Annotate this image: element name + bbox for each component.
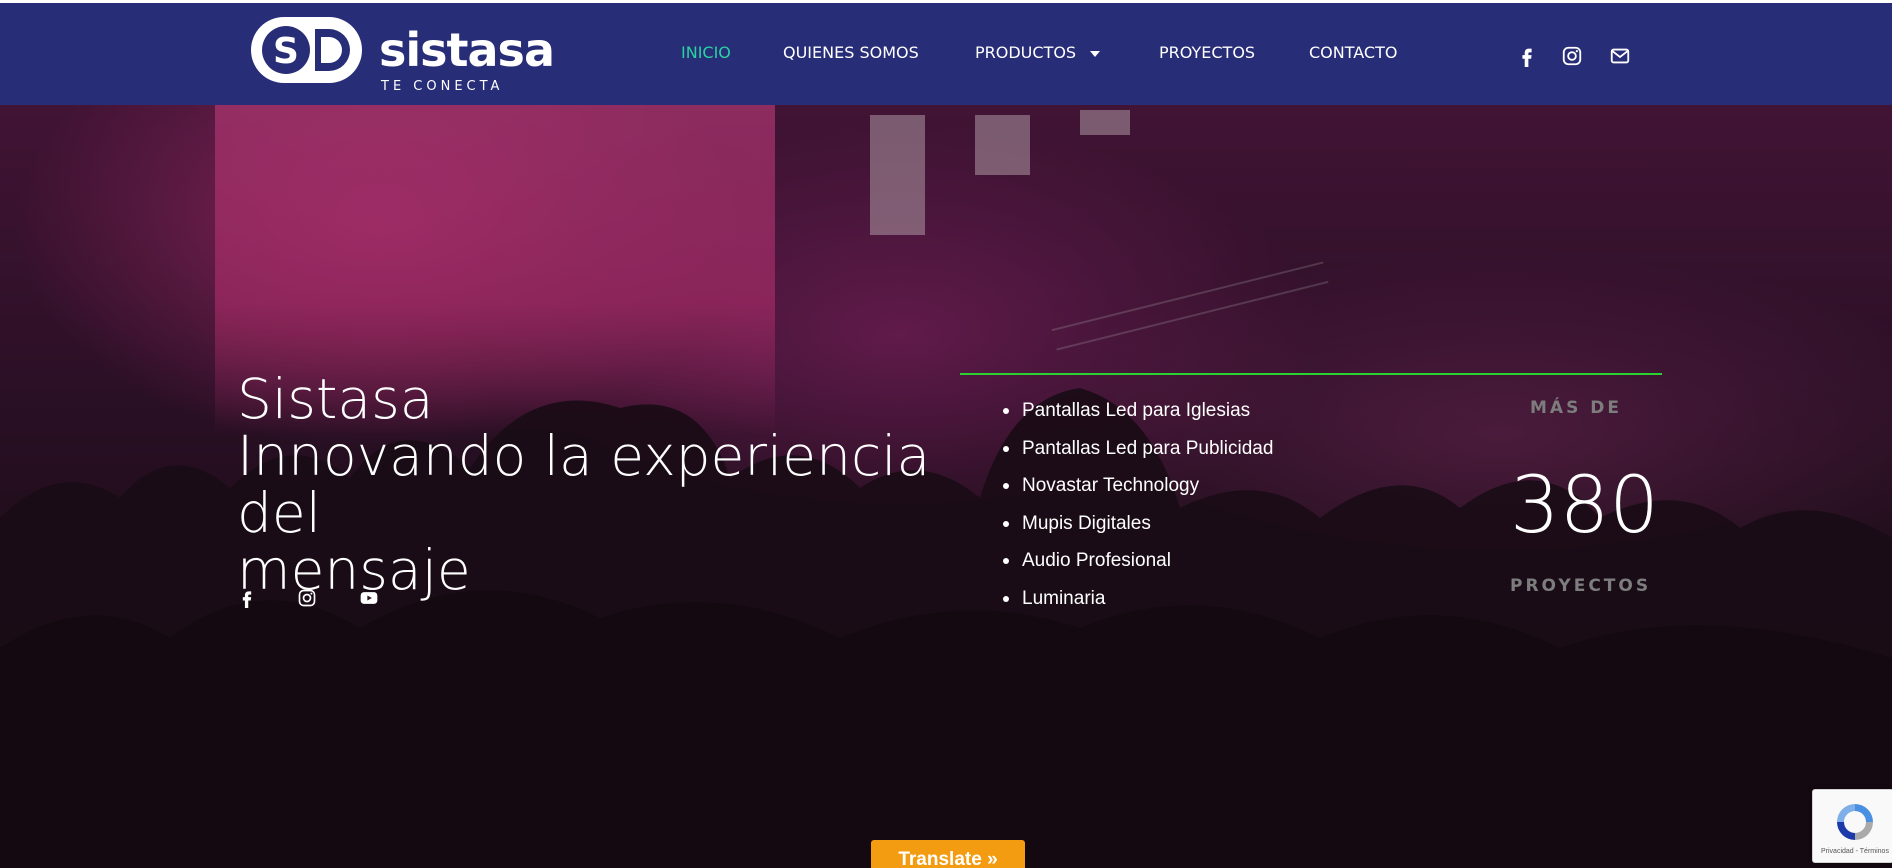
counter-prefix: MÁS DE [1530, 398, 1622, 418]
hero-title: Sistasa Innovando la experiencia del men… [237, 371, 937, 599]
services-list: Pantallas Led para Iglesias Pantallas Le… [1000, 400, 1273, 626]
recaptcha-icon [1837, 804, 1873, 840]
hero-title-line: Innovando la experiencia del [237, 424, 931, 545]
list-item: Luminaria [1000, 588, 1273, 626]
youtube-icon[interactable] [359, 588, 379, 608]
nav-item-productos[interactable]: PRODUCTOS [975, 43, 1101, 62]
nav-item-contacto[interactable]: CONTACTO [1309, 43, 1397, 62]
email-icon[interactable] [1609, 45, 1631, 67]
projects-counter: 380 [1510, 461, 1659, 551]
instagram-icon[interactable] [1561, 45, 1583, 67]
recaptcha-footer[interactable]: Privacidad - Términos [1821, 848, 1889, 855]
hero-title-line: mensaje [237, 538, 471, 602]
hero-section: Sistasa Innovando la experiencia del men… [0, 105, 1892, 868]
list-item: Audio Profesional [1000, 550, 1273, 588]
list-item: Novastar Technology [1000, 475, 1273, 513]
recaptcha-badge[interactable]: Privacidad - Términos [1812, 789, 1892, 863]
list-item: Pantallas Led para Publicidad [1000, 438, 1273, 476]
facebook-icon[interactable] [237, 588, 257, 608]
facebook-icon[interactable] [1516, 45, 1538, 67]
chevron-down-icon [1090, 50, 1101, 57]
list-item: Pantallas Led para Iglesias [1000, 400, 1273, 438]
instagram-icon[interactable] [297, 588, 317, 608]
main-nav: INICIO QUIENES SOMOS PRODUCTOS PROYECTOS… [0, 3, 1892, 105]
nav-item-productos-label: PRODUCTOS [975, 43, 1077, 62]
nav-item-inicio[interactable]: INICIO [681, 43, 731, 62]
hero-title-line: Sistasa [237, 367, 434, 431]
translate-button[interactable]: Translate » [871, 840, 1025, 868]
nav-item-quienes-somos[interactable]: QUIENES SOMOS [783, 43, 919, 62]
section-divider [960, 373, 1662, 375]
counter-label: PROYECTOS [1510, 576, 1652, 596]
nav-item-proyectos[interactable]: PROYECTOS [1159, 43, 1255, 62]
list-item: Mupis Digitales [1000, 513, 1273, 551]
